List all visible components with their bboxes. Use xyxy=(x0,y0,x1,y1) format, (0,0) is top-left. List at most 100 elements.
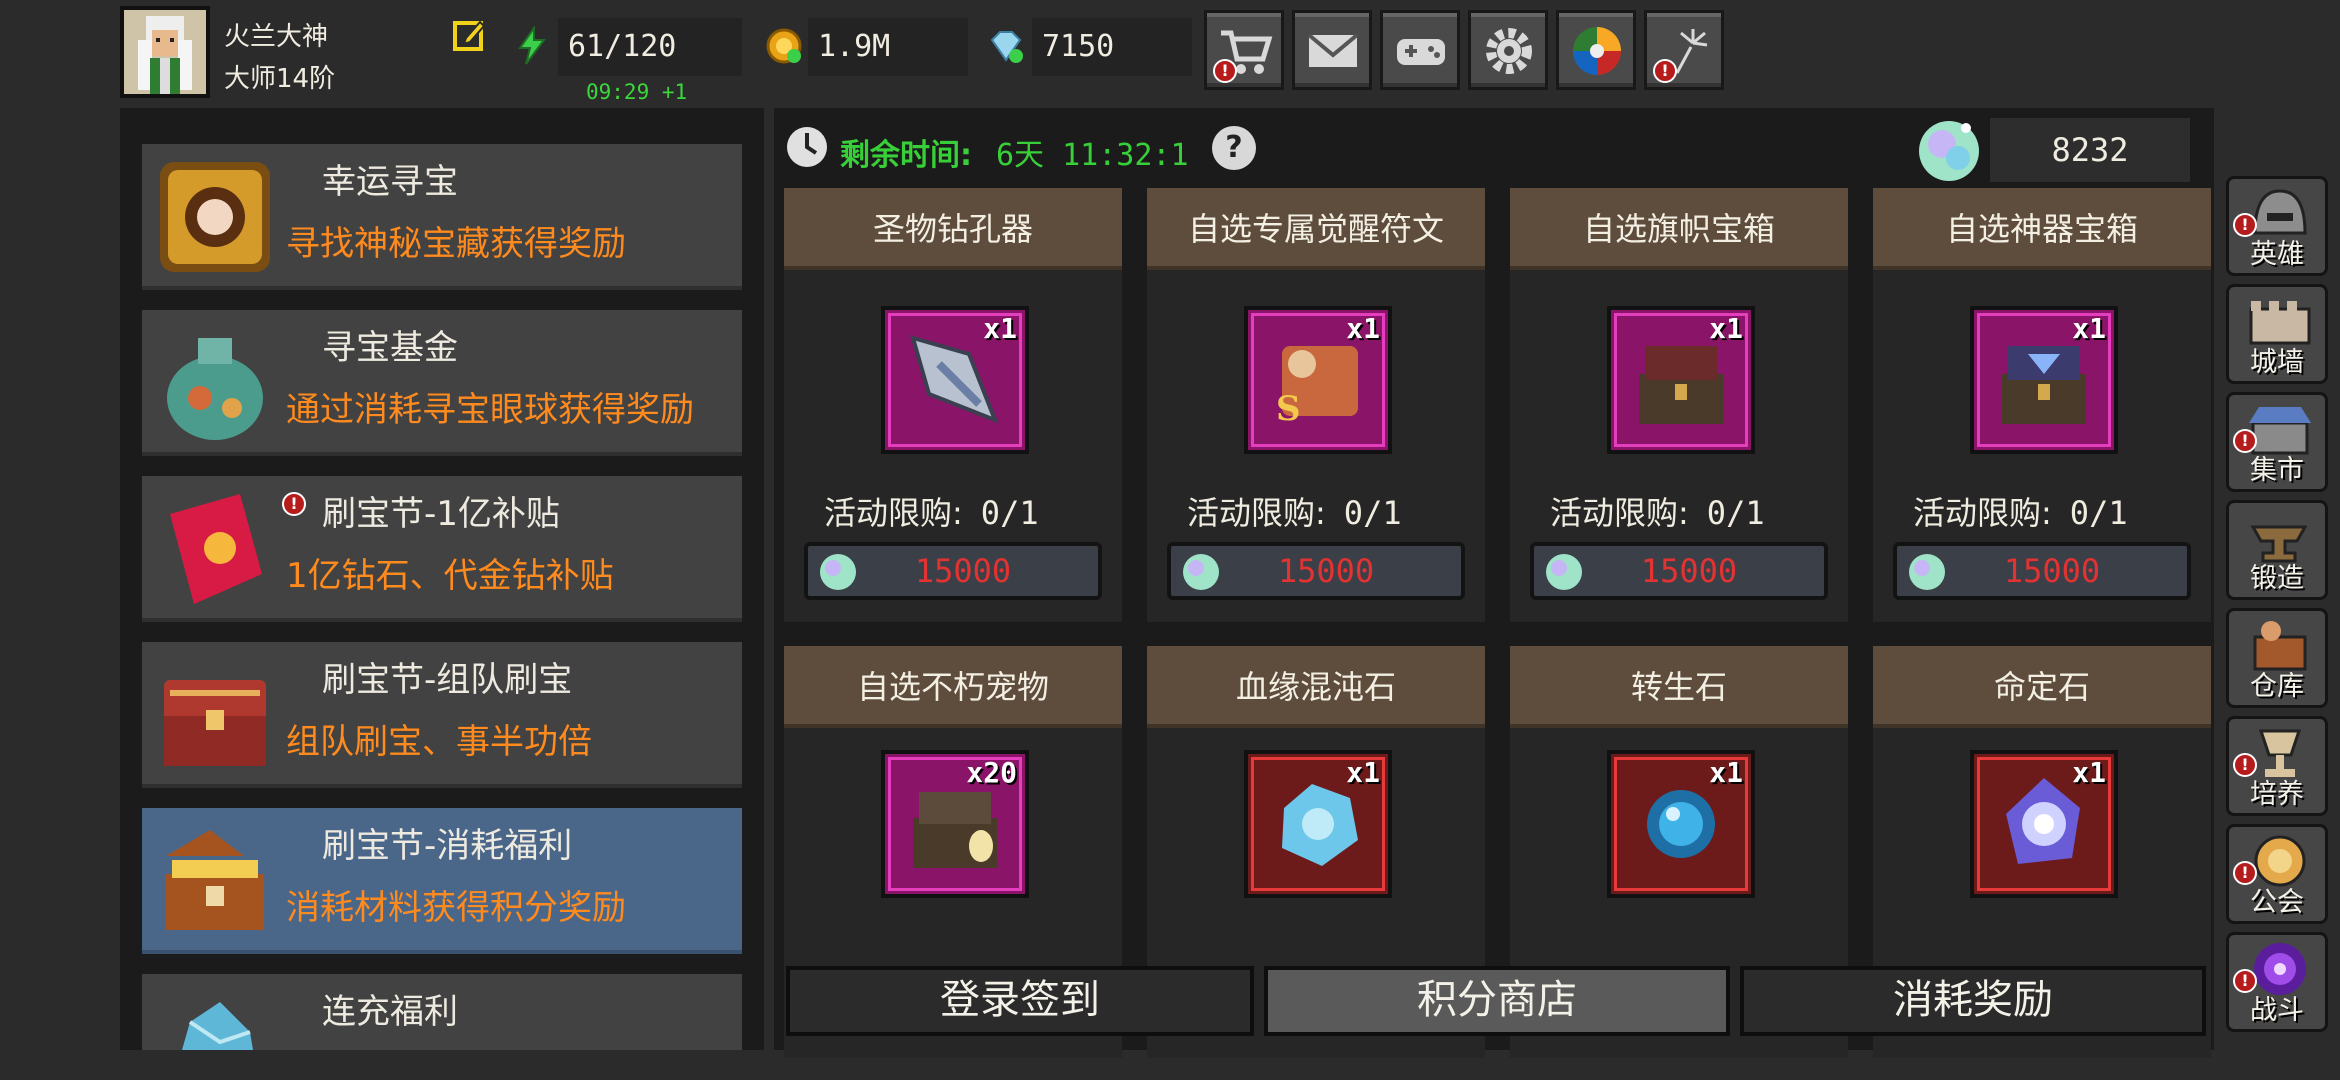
event-desc: 组队刷宝、事半功倍 xyxy=(286,722,592,762)
item-name: 血缘混沌石 xyxy=(1147,646,1485,728)
alert-badge: ! xyxy=(1653,59,1677,83)
event-desc: 消耗材料获得积分奖励 xyxy=(286,888,626,928)
nav-label: 集市 xyxy=(2250,455,2304,486)
event-title: 寻宝基金 xyxy=(322,328,458,368)
item-frame[interactable]: S x1 xyxy=(1244,306,1392,454)
svg-text:S: S xyxy=(1276,389,1301,429)
event-treasure-fund[interactable]: 寻宝基金 通过消耗寻宝眼球获得奖励 xyxy=(142,310,742,456)
item-name: 命定石 xyxy=(1873,646,2211,728)
gamepad-button[interactable] xyxy=(1380,10,1460,90)
item-quantity: x1 xyxy=(2072,312,2106,345)
item-frame[interactable]: x20 xyxy=(881,750,1029,898)
gear-icon xyxy=(1486,28,1532,74)
item-frame[interactable]: x1 xyxy=(881,306,1029,454)
item-quantity: x20 xyxy=(966,756,1017,789)
remaining-time-label: 剩余时间: xyxy=(840,138,972,173)
item-frame[interactable]: x1 xyxy=(1970,306,2118,454)
event-desc: 通过消耗寻宝眼球获得奖励 xyxy=(286,390,694,430)
player-avatar[interactable] xyxy=(120,6,210,98)
item-quantity: x1 xyxy=(2072,756,2106,789)
color-wheel-icon xyxy=(1573,27,1621,75)
tab-login-checkin[interactable]: 登录签到 xyxy=(786,966,1254,1036)
energy-icon xyxy=(512,24,552,66)
item-frame[interactable]: x1 xyxy=(1607,750,1755,898)
nav-warehouse[interactable]: 仓库 xyxy=(2226,608,2328,708)
mail-button[interactable] xyxy=(1292,10,1372,90)
edit-name-icon[interactable] xyxy=(452,18,486,52)
nav-label: 城墙 xyxy=(2250,347,2304,378)
points-shop-panel: 剩余时间: 6天 11:32:1 ? 8232 圣物钻孔器 x1 活动限购: 0/… xyxy=(774,108,2214,1058)
nav-wall[interactable]: 城墙 xyxy=(2226,284,2328,384)
nav-label: 英雄 xyxy=(2250,239,2304,270)
event-desc: 1亿钻石、代金钻补贴 xyxy=(286,556,614,596)
item-name: 自选神器宝箱 xyxy=(1873,188,2211,270)
shop-item-card[interactable]: 自选旗帜宝箱 x1 活动限购: 0/1 15000 xyxy=(1510,188,1848,622)
event-title: 刷宝节-消耗福利 xyxy=(322,826,573,866)
points-balance: 8232 xyxy=(1990,118,2190,182)
nav-guild[interactable]: ! 公会 xyxy=(2226,824,2328,924)
nav-market[interactable]: ! 集市 xyxy=(2226,392,2328,492)
item-name: 自选不朽宠物 xyxy=(784,646,1122,728)
nav-cultivate[interactable]: ! 培养 xyxy=(2226,716,2328,816)
buy-button[interactable]: 15000 xyxy=(1167,542,1465,600)
limit-label: 活动限购: xyxy=(824,494,963,532)
remaining-time-value: 6天 11:32:1 xyxy=(996,138,1189,173)
nav-label: 仓库 xyxy=(2250,671,2304,702)
nav-label: 锻造 xyxy=(2250,563,2304,594)
gem-value: 7150 xyxy=(1032,18,1192,76)
clock-icon xyxy=(787,127,827,167)
item-frame[interactable]: x1 xyxy=(1970,750,2118,898)
event-list[interactable]: 幸运寻宝 寻找神秘宝藏获得奖励 寻宝基金 通过消耗寻宝眼球获得奖励 ! 刷宝节-… xyxy=(120,108,764,1050)
nav-hero[interactable]: ! 英雄 xyxy=(2226,176,2328,276)
limit-value: 0/1 xyxy=(1343,494,1402,532)
crystal-icon xyxy=(182,1002,253,1050)
player-rank: 大师14阶 xyxy=(224,64,336,94)
event-lucky-treasure[interactable]: 幸运寻宝 寻找神秘宝藏获得奖励 xyxy=(142,144,742,290)
item-price: 15000 xyxy=(914,552,1012,590)
shop-item-card[interactable]: 圣物钻孔器 x1 活动限购: 0/1 15000 xyxy=(784,188,1122,622)
item-frame[interactable]: x1 xyxy=(1244,750,1392,898)
limit-value: 0/1 xyxy=(2069,494,2128,532)
purchase-limit: 活动限购: 0/1 xyxy=(1913,488,2128,534)
event-title: 连充福利 xyxy=(322,992,458,1032)
mail-icon xyxy=(1307,33,1359,67)
buy-button[interactable]: 15000 xyxy=(1530,542,1828,600)
purchase-limit: 活动限购: 0/1 xyxy=(824,488,1039,534)
gamepad-icon xyxy=(1397,39,1445,65)
alert-badge: ! xyxy=(282,492,306,516)
nav-label: 战斗 xyxy=(2250,995,2304,1026)
fireworks-button[interactable]: ! xyxy=(1644,10,1724,90)
item-quantity: x1 xyxy=(1709,756,1743,789)
event-team-farm[interactable]: 刷宝节-组队刷宝 组队刷宝、事半功倍 xyxy=(142,642,742,788)
item-frame[interactable]: x1 xyxy=(1607,306,1755,454)
limit-label: 活动限购: xyxy=(1187,494,1326,532)
event-title: 幸运寻宝 xyxy=(322,162,458,202)
buy-button[interactable]: 15000 xyxy=(1893,542,2191,600)
nav-battle[interactable]: ! 战斗 xyxy=(2226,932,2328,1032)
treasure-bag-icon xyxy=(167,338,263,440)
limit-value: 0/1 xyxy=(1706,494,1765,532)
shop-item-card[interactable]: 自选专属觉醒符文 S x1 活动限购: 0/1 15000 xyxy=(1147,188,1485,622)
player-name: 火兰大神 xyxy=(224,22,329,52)
shop-item-card[interactable]: 自选神器宝箱 x1 活动限购: 0/1 15000 xyxy=(1873,188,2211,622)
event-consume-welfare[interactable]: 刷宝节-消耗福利 消耗材料获得积分奖励 xyxy=(142,808,742,954)
open-chest-icon xyxy=(166,830,264,930)
nav-label: 公会 xyxy=(2250,887,2304,918)
nav-forge[interactable]: 锻造 xyxy=(2226,500,2328,600)
limit-label: 活动限购: xyxy=(1913,494,2052,532)
settings-button[interactable] xyxy=(1468,10,1548,90)
energy-value: 61/120 xyxy=(558,18,742,76)
event-subsidy[interactable]: ! 刷宝节-1亿补贴 1亿钻石、代金钻补贴 xyxy=(142,476,742,622)
buy-button[interactable]: 15000 xyxy=(804,542,1102,600)
gold-value: 1.9M xyxy=(808,18,968,76)
help-icon[interactable]: ? xyxy=(1212,126,1256,170)
event-recharge[interactable]: 连充福利 xyxy=(142,974,742,1050)
item-name: 自选专属觉醒符文 xyxy=(1147,188,1485,270)
shop-button[interactable]: ! xyxy=(1204,10,1284,90)
tab-points-shop[interactable]: 积分商店 xyxy=(1264,966,1730,1036)
wheel-button[interactable] xyxy=(1556,10,1636,90)
nav-label: 培养 xyxy=(2250,779,2304,810)
purchase-limit: 活动限购: 0/1 xyxy=(1550,488,1765,534)
item-quantity: x1 xyxy=(1346,312,1380,345)
tab-consume-rewards[interactable]: 消耗奖励 xyxy=(1740,966,2206,1036)
